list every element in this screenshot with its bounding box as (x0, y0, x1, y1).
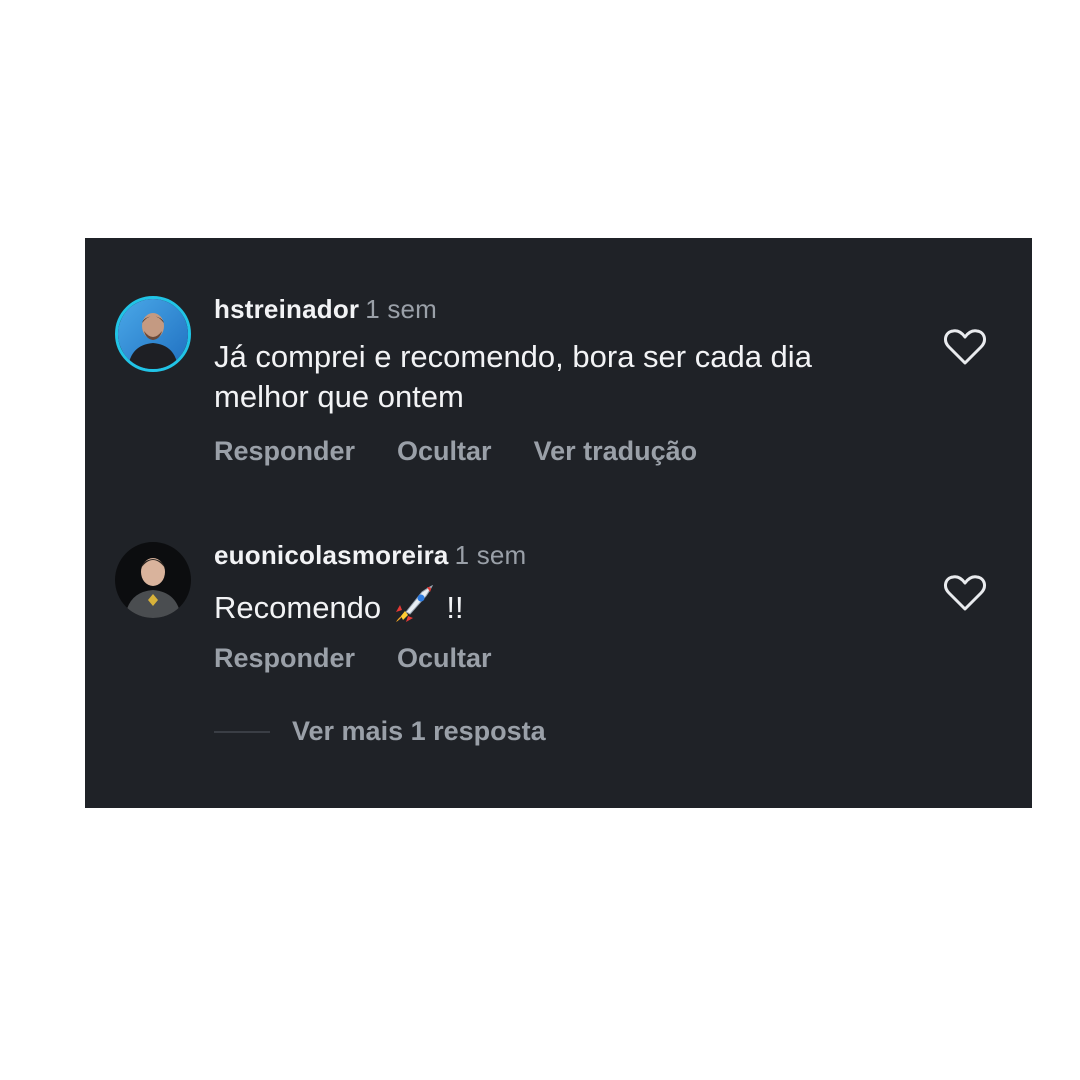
translate-button[interactable]: Ver tradução (534, 436, 698, 467)
divider-line (214, 730, 270, 733)
heart-icon[interactable] (943, 573, 987, 613)
avatar[interactable] (115, 296, 191, 372)
comment-text-start: Recomendo (214, 590, 382, 625)
avatar-image-icon (115, 542, 191, 618)
hide-button[interactable]: Ocultar (397, 643, 492, 674)
comment-actions: Responder Ocultar Ver tradução (214, 436, 697, 467)
view-more-replies[interactable]: Ver mais 1 resposta (214, 716, 546, 747)
username-text[interactable]: hstreinador (214, 294, 359, 324)
comment-time: 1 sem (454, 540, 527, 570)
heart-icon[interactable] (943, 327, 987, 367)
comment-time: 1 sem (365, 294, 438, 324)
comment-text-end: !! (446, 590, 464, 625)
avatar-image-icon (118, 299, 188, 369)
reply-button[interactable]: Responder (214, 436, 355, 467)
comment-text: Recomendo !! (214, 584, 914, 628)
comments-panel: hstreinador 1 sem Já comprei e recomendo,… (85, 238, 1032, 808)
comment-text: Já comprei e recomendo, bora ser cada di… (214, 339, 812, 414)
rocket-icon (395, 584, 433, 622)
comment-username[interactable]: euonicolasmoreira 1 sem (214, 540, 526, 571)
avatar[interactable] (115, 542, 191, 618)
reply-button[interactable]: Responder (214, 643, 355, 674)
hide-button[interactable]: Ocultar (397, 436, 492, 467)
view-more-replies-button[interactable]: Ver mais 1 resposta (292, 716, 546, 747)
username-text[interactable]: euonicolasmoreira (214, 540, 449, 570)
comment-actions: Responder Ocultar (214, 643, 492, 674)
comment-username[interactable]: hstreinador 1 sem (214, 294, 437, 325)
